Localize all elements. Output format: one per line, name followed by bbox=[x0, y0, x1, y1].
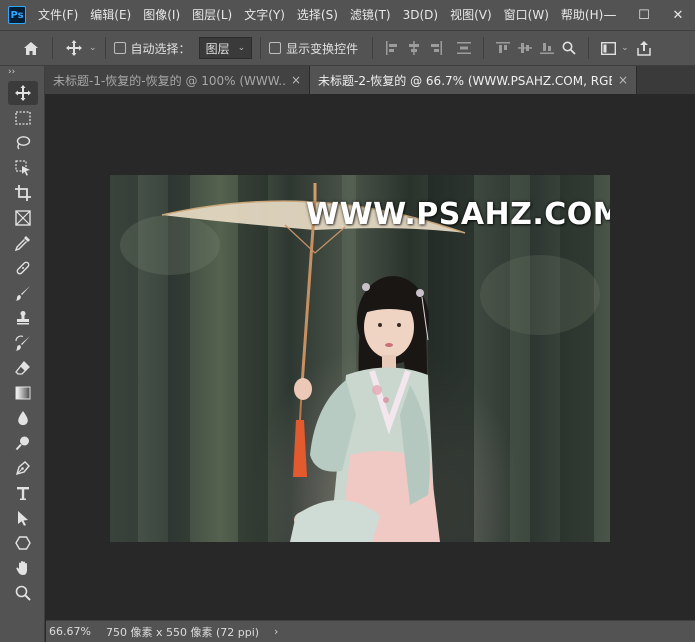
divider bbox=[104, 37, 106, 59]
divider bbox=[483, 37, 485, 59]
align-top-edges-icon[interactable] bbox=[492, 37, 514, 59]
divider bbox=[588, 37, 590, 59]
menu-edit[interactable]: 编辑(E) bbox=[84, 0, 137, 30]
auto-select-target-dropdown[interactable]: 图层 ⌄ bbox=[198, 37, 253, 59]
chevron-down-icon[interactable]: ⌄ bbox=[89, 43, 97, 53]
tab-title: 未标题-2-恢复的 @ 66.7% (WWW.PSAHZ.COM, RGB/8#… bbox=[318, 73, 612, 88]
chevron-down-icon[interactable]: ⌄ bbox=[621, 43, 629, 53]
search-icon[interactable] bbox=[558, 37, 580, 59]
menu-select[interactable]: 选择(S) bbox=[291, 0, 344, 30]
divider bbox=[52, 37, 53, 59]
move-tool-icon[interactable] bbox=[8, 81, 38, 105]
gradient-icon[interactable] bbox=[8, 381, 38, 405]
canvas-area[interactable]: WWW.PSAHZ.COM bbox=[46, 94, 695, 620]
document-image[interactable]: WWW.PSAHZ.COM bbox=[110, 175, 610, 542]
zoom-icon[interactable] bbox=[8, 581, 38, 605]
menu-file[interactable]: 文件(F) bbox=[32, 0, 84, 30]
chevron-down-icon: ⌄ bbox=[237, 43, 246, 53]
checkbox-icon bbox=[113, 42, 126, 54]
document-info: 750 像素 x 550 像素 (72 ppi) bbox=[106, 625, 260, 639]
document-tab-bar: 未标题-1-恢复的-恢复的 @ 100% (WWW.... × 未标题-2-恢复… bbox=[45, 66, 695, 94]
rectangular-marquee-icon[interactable] bbox=[8, 106, 38, 130]
path-selection-icon[interactable] bbox=[8, 506, 38, 530]
eraser-icon[interactable] bbox=[8, 356, 38, 380]
divider bbox=[260, 37, 262, 59]
workspace-icon[interactable] bbox=[597, 37, 619, 59]
object-selection-icon[interactable] bbox=[8, 156, 38, 180]
divider bbox=[372, 37, 374, 59]
hand-icon[interactable] bbox=[8, 556, 38, 580]
healing-brush-icon[interactable] bbox=[8, 256, 38, 280]
checkbox-icon bbox=[269, 42, 282, 54]
frame-icon[interactable] bbox=[8, 206, 38, 230]
tab-document-1[interactable]: 未标题-1-恢复的-恢复的 @ 100% (WWW.... × bbox=[45, 66, 310, 94]
eyedropper-icon[interactable] bbox=[8, 231, 38, 255]
maximize-button[interactable]: ☐ bbox=[627, 0, 661, 30]
blur-icon[interactable] bbox=[8, 406, 38, 430]
menu-view[interactable]: 视图(V) bbox=[444, 0, 498, 30]
share-icon[interactable] bbox=[633, 37, 655, 59]
distribute-vertical-icon[interactable] bbox=[453, 37, 475, 59]
align-left-edges-icon[interactable] bbox=[381, 37, 403, 59]
options-bar: ⌄ 自动选择： 图层 ⌄ 显示变换控件 ⌄ bbox=[0, 30, 695, 66]
history-brush-icon[interactable] bbox=[8, 331, 38, 355]
menu-layer[interactable]: 图层(L) bbox=[186, 0, 238, 30]
brush-icon[interactable] bbox=[8, 281, 38, 305]
show-transform-controls-checkbox[interactable]: 显示变换控件 bbox=[269, 40, 358, 57]
tab-document-2[interactable]: 未标题-2-恢复的 @ 66.7% (WWW.PSAHZ.COM, RGB/8#… bbox=[310, 66, 637, 94]
lasso-icon[interactable] bbox=[8, 131, 38, 155]
menu-bar: Ps 文件(F) 编辑(E) 图像(I) 图层(L) 文字(Y) 选择(S) 滤… bbox=[0, 0, 695, 30]
show-transform-label: 显示变换控件 bbox=[286, 41, 359, 56]
home-icon[interactable] bbox=[18, 35, 44, 61]
photoshop-logo: Ps bbox=[8, 6, 26, 24]
menu-window[interactable]: 窗口(W) bbox=[498, 0, 555, 30]
status-bar: 66.67% 750 像素 x 550 像素 (72 ppi) › bbox=[46, 620, 695, 642]
menu-image[interactable]: 图像(I) bbox=[137, 0, 186, 30]
tab-title: 未标题-1-恢复的-恢复的 @ 100% (WWW.... bbox=[53, 73, 285, 88]
type-tool-icon[interactable] bbox=[8, 481, 38, 505]
auto-select-checkbox[interactable]: 自动选择： bbox=[113, 40, 191, 57]
window-controls: — ☐ ✕ bbox=[593, 0, 695, 30]
auto-select-label: 自动选择： bbox=[130, 41, 191, 56]
minimize-button[interactable]: — bbox=[593, 0, 627, 30]
menu-type[interactable]: 文字(Y) bbox=[238, 0, 291, 30]
move-tool-preset-icon[interactable] bbox=[61, 35, 87, 61]
crop-icon[interactable] bbox=[8, 181, 38, 205]
close-window-button[interactable]: ✕ bbox=[661, 0, 695, 30]
align-bottom-edges-icon[interactable] bbox=[536, 37, 558, 59]
pen-icon[interactable] bbox=[8, 456, 38, 480]
menu-filter[interactable]: 滤镜(T) bbox=[344, 0, 397, 30]
shape-hexagon-icon[interactable] bbox=[8, 531, 38, 555]
align-vertical-centers-icon[interactable] bbox=[514, 37, 536, 59]
align-right-edges-icon[interactable] bbox=[425, 37, 447, 59]
collapse-toolbar-icon[interactable]: ›› bbox=[0, 66, 44, 80]
menu-3d[interactable]: 3D(D) bbox=[397, 0, 444, 30]
tools-panel: ›› bbox=[0, 66, 45, 642]
dodge-icon[interactable] bbox=[8, 431, 38, 455]
chevron-right-icon[interactable]: › bbox=[268, 625, 278, 638]
close-icon[interactable]: × bbox=[291, 73, 301, 87]
watermark-text: WWW.PSAHZ.COM bbox=[306, 197, 610, 232]
zoom-level[interactable]: 66.67% bbox=[46, 625, 98, 638]
close-icon[interactable]: × bbox=[618, 73, 628, 87]
align-horizontal-centers-icon[interactable] bbox=[403, 37, 425, 59]
auto-select-target-value: 图层 bbox=[205, 41, 230, 56]
clone-stamp-icon[interactable] bbox=[8, 306, 38, 330]
